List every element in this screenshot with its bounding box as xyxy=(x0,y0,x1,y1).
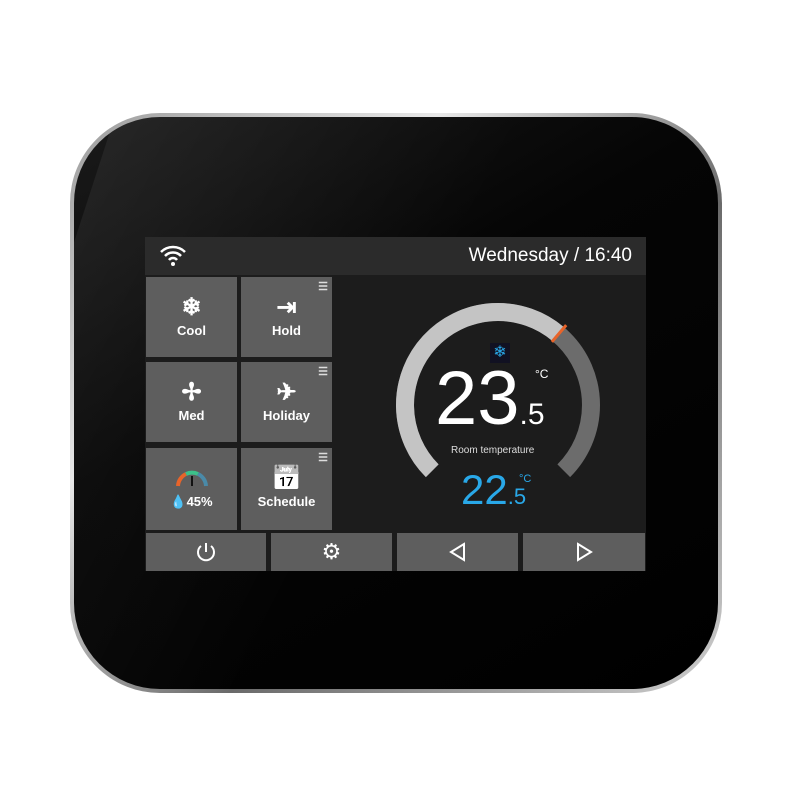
tile-label: Hold xyxy=(272,323,301,338)
humidity-gauge-icon xyxy=(175,470,208,487)
power-icon xyxy=(197,543,215,562)
schedule-tile[interactable]: ☰ 📅 Schedule xyxy=(241,448,332,530)
enter-door-icon: ⇥ xyxy=(276,294,297,321)
list-icon: ☰ xyxy=(318,366,328,378)
calendar-clock-icon: 📅 xyxy=(271,465,302,492)
room-temp-label: Room temperature xyxy=(451,445,535,456)
room-temperature: 23.5 xyxy=(435,361,545,437)
hold-tile[interactable]: ☰ ⇥ Hold xyxy=(241,277,332,357)
snowflake-icon: ❄ xyxy=(181,294,202,321)
set-temp-decimal: .5 xyxy=(507,484,527,509)
fan-speed-tile[interactable]: ✢ Med xyxy=(146,362,237,442)
list-icon: ☰ xyxy=(318,452,328,464)
mode-cool-tile[interactable]: ❄ Cool xyxy=(146,277,237,357)
room-temp-unit: °C xyxy=(535,367,549,381)
humidity-value: 45% xyxy=(186,494,213,509)
list-icon: ☰ xyxy=(318,281,328,293)
set-temperature[interactable]: 22.5 xyxy=(461,469,526,511)
touch-screen: Wednesday / 16:40 ❄ Cool ☰ ⇥ Hold ✢ Med … xyxy=(145,237,646,571)
settings-button[interactable]: ⚙ xyxy=(271,533,392,571)
room-temp-integer: 23 xyxy=(435,356,520,441)
set-temp-unit: °C xyxy=(519,473,532,485)
tile-label: Cool xyxy=(177,323,206,338)
room-temp-decimal: .5 xyxy=(519,398,545,431)
fan-icon: ✢ xyxy=(181,379,202,406)
power-button[interactable] xyxy=(146,533,266,571)
airplane-icon: ✈ xyxy=(276,379,297,406)
previous-button[interactable] xyxy=(397,533,518,571)
gear-icon: ⚙ xyxy=(321,539,342,564)
next-button[interactable] xyxy=(523,533,645,571)
humidity-tile[interactable]: 💧45% xyxy=(146,448,237,530)
drop-icon: 💧 xyxy=(170,494,187,509)
tile-label: Holiday xyxy=(263,408,310,423)
wifi-icon xyxy=(160,245,186,266)
tile-label: Med xyxy=(178,408,205,423)
tile-label: Schedule xyxy=(257,494,316,509)
datetime: Wednesday / 16:40 xyxy=(468,245,632,266)
right-triangle-icon xyxy=(577,542,593,562)
set-temp-integer: 22 xyxy=(461,466,508,513)
holiday-tile[interactable]: ☰ ✈ Holiday xyxy=(241,362,332,442)
status-bar: Wednesday / 16:40 xyxy=(145,237,646,275)
left-triangle-icon xyxy=(448,542,465,562)
